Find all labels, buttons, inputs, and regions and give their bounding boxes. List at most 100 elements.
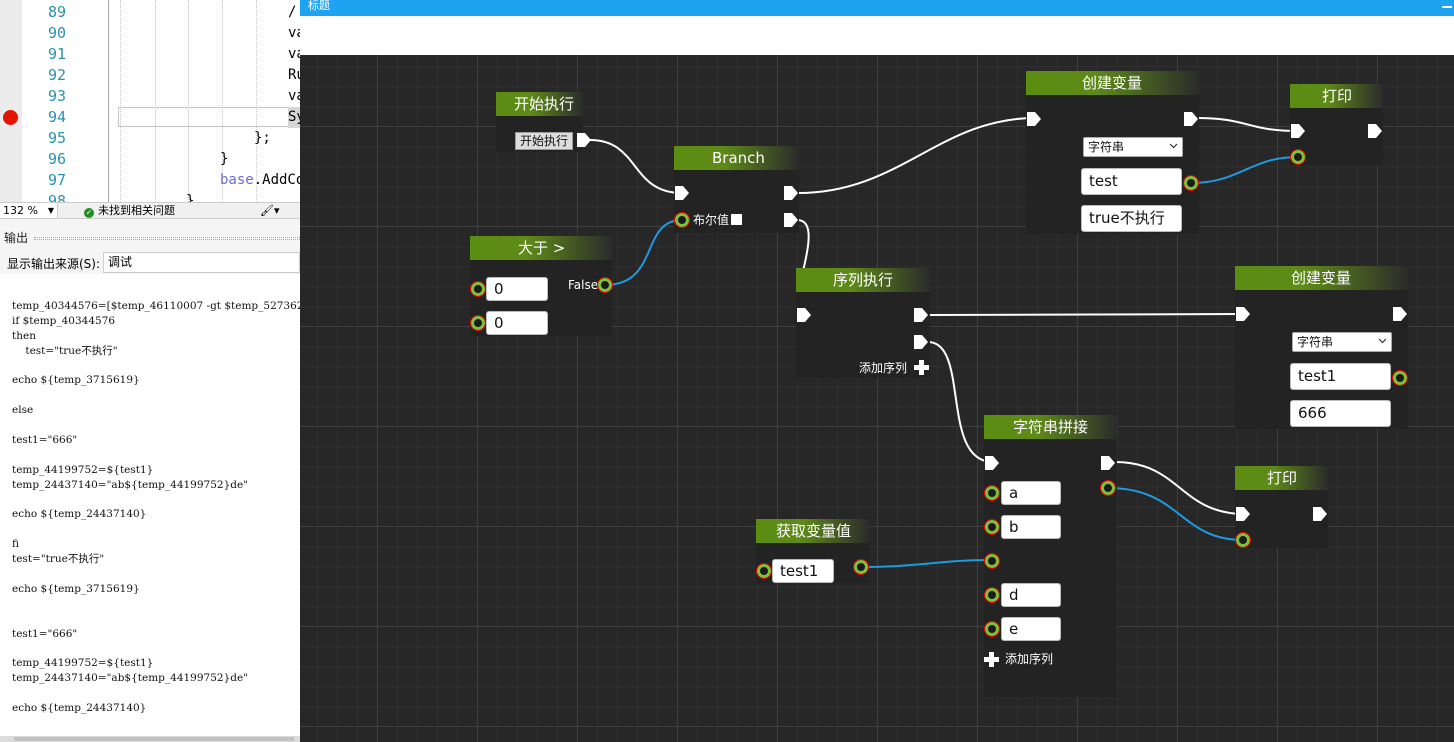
plus-icon[interactable]	[984, 652, 999, 667]
exec-arrow-icon[interactable]	[914, 335, 928, 349]
code-line[interactable]: 92 Ru	[0, 65, 300, 86]
exec-arrow-icon[interactable]	[784, 186, 798, 200]
exec-arrow-icon[interactable]	[914, 308, 928, 322]
concat-input-e[interactable]: e	[1001, 617, 1061, 641]
exec-arrow-icon[interactable]	[1101, 456, 1115, 470]
exec-arrow-icon[interactable]	[1291, 124, 1305, 138]
exec-arrow-icon[interactable]	[1368, 124, 1382, 138]
data-pin-icon[interactable]	[1392, 370, 1408, 386]
code-text: va	[288, 46, 300, 62]
node-branch[interactable]: Branch 布尔值	[674, 146, 799, 233]
type-select[interactable]: 字符串	[1292, 332, 1392, 352]
exec-arrow-icon[interactable]	[1236, 507, 1250, 521]
line-number: 91	[47, 45, 66, 63]
exec-arrow-icon[interactable]	[985, 456, 999, 470]
node-start[interactable]: 开始执行 开始执行	[496, 92, 583, 152]
window-titlebar[interactable]: 标题	[300, 0, 1454, 16]
variable-value-input[interactable]: 666	[1290, 400, 1391, 427]
variable-name-input[interactable]: test1	[772, 559, 834, 583]
variable-name-input[interactable]: test1	[1290, 363, 1391, 390]
code-line[interactable]: 89 /	[0, 2, 300, 23]
variable-value-input[interactable]: true不执行	[1081, 205, 1182, 232]
data-pin-icon[interactable]	[674, 212, 690, 228]
type-select[interactable]: 字符串	[1083, 137, 1183, 157]
data-pin-icon[interactable]	[470, 315, 486, 331]
exec-arrow-icon[interactable]	[784, 213, 798, 227]
code-line[interactable]: 91 va	[0, 44, 300, 65]
plus-icon[interactable]	[914, 360, 929, 375]
output-line: temp_44199752=${test1}	[12, 657, 154, 670]
node-title: 序列执行	[796, 268, 930, 292]
code-text: /	[288, 4, 297, 20]
data-pin-icon[interactable]	[1100, 480, 1116, 496]
data-pin-icon[interactable]	[1183, 175, 1199, 191]
data-pin-icon[interactable]	[984, 621, 1000, 637]
variable-name-input[interactable]: test	[1081, 168, 1182, 195]
output-source-value: 调试	[108, 255, 133, 269]
output-text[interactable]: temp_40344576=[$temp_46110007 -gt $temp_…	[0, 274, 300, 736]
exec-arrow-icon[interactable]	[1027, 112, 1041, 126]
exec-arrow-icon[interactable]	[1236, 307, 1250, 321]
node-print[interactable]: 打印	[1235, 466, 1328, 548]
data-pin-icon[interactable]	[597, 277, 613, 293]
output-label: False	[568, 278, 599, 292]
node-create-variable[interactable]: 创建变量 字符串 test1 666	[1235, 266, 1408, 429]
node-string-concat[interactable]: 字符串拼接 a b d e 添加序列	[984, 415, 1117, 697]
line-number: 98	[47, 192, 66, 202]
code-line[interactable]: 96}	[0, 149, 300, 170]
zoom-select[interactable]: 132 % ▼	[0, 203, 58, 218]
data-pin-icon[interactable]	[984, 485, 1000, 501]
start-button[interactable]: 开始执行	[515, 132, 574, 150]
exec-arrow-icon[interactable]	[1393, 307, 1407, 321]
node-get-variable[interactable]: 获取变量值 test1	[756, 519, 869, 583]
code-line[interactable]: 95};	[0, 128, 300, 149]
data-pin-icon[interactable]	[1290, 149, 1306, 165]
code-line[interactable]: 93 va	[0, 86, 300, 107]
exec-arrow-icon[interactable]	[1313, 507, 1327, 521]
data-pin-icon[interactable]	[470, 281, 486, 297]
node-create-variable[interactable]: 创建变量 字符串 test true不执行	[1026, 71, 1199, 234]
data-pin-icon[interactable]	[756, 563, 772, 579]
line-number: 94	[47, 108, 66, 126]
minimize-icon[interactable]	[1442, 6, 1452, 8]
node-print[interactable]: 打印	[1290, 84, 1383, 166]
concat-input-a[interactable]: a	[1001, 481, 1061, 505]
data-pin-icon[interactable]	[984, 587, 1000, 603]
greater-input-b[interactable]: 0	[486, 311, 548, 335]
node-title: 大于 >	[470, 236, 612, 260]
output-source-select[interactable]: 调试	[103, 252, 300, 273]
exec-arrow-icon[interactable]	[577, 133, 591, 147]
horizontal-scrollbar[interactable]	[0, 736, 300, 742]
concat-input-d[interactable]: d	[1001, 583, 1061, 607]
node-title: 打印	[1235, 466, 1328, 490]
code-line[interactable]: 94 Sy	[0, 107, 300, 128]
data-pin-icon[interactable]	[853, 559, 869, 575]
scrollbar-thumb[interactable]	[14, 737, 294, 741]
node-greater[interactable]: 大于 > 0 0 False	[470, 236, 613, 336]
node-sequence[interactable]: 序列执行 添加序列	[796, 268, 930, 378]
exec-arrow-icon[interactable]	[1184, 112, 1198, 126]
code-editor[interactable]: 89 / 90 va 91 va 92 Ru 93 va 94 Sy 95}; 96} 97…	[0, 0, 300, 202]
code-line[interactable]: 97 base.AddCo	[0, 170, 300, 191]
node-graph-canvas[interactable]: 开始执行 开始执行 Branch 布尔值 大于 > 0 0 False 创建变量…	[300, 55, 1454, 742]
data-pin-icon[interactable]	[984, 519, 1000, 535]
data-pin-icon[interactable]	[984, 553, 1000, 569]
concat-input-b[interactable]: b	[1001, 515, 1061, 539]
exec-arrow-icon[interactable]	[675, 186, 689, 200]
type-value: 字符串	[1297, 335, 1334, 349]
node-title: 创建变量	[1026, 71, 1199, 95]
code-line[interactable]: 90 va	[0, 23, 300, 44]
code-line[interactable]: 98}	[0, 191, 300, 202]
data-pin-icon[interactable]	[1235, 532, 1251, 548]
issue-status[interactable]: ✓ 未找到相关问题	[84, 203, 175, 218]
brush-icon[interactable]: 🖌▾	[260, 203, 280, 218]
greater-input-a[interactable]: 0	[486, 277, 548, 301]
exec-arrow-icon[interactable]	[797, 308, 811, 322]
panel-grip[interactable]	[34, 237, 300, 240]
bool-checkbox[interactable]	[731, 214, 742, 225]
